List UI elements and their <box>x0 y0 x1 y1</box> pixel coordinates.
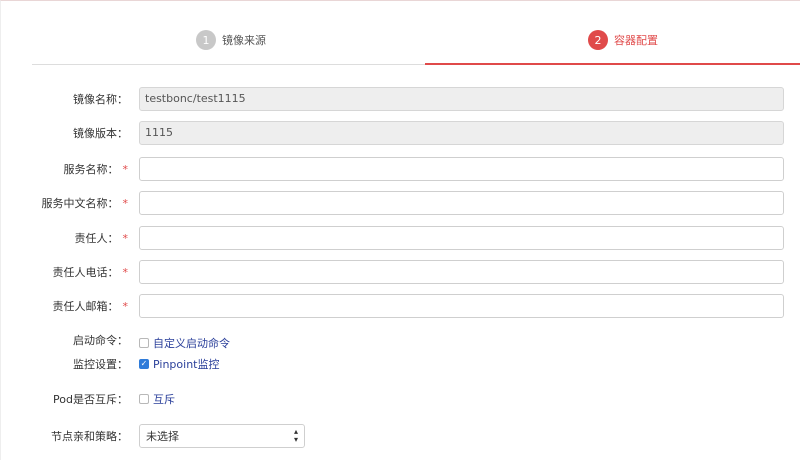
node-affinity-label: 节点亲和策略： <box>51 430 128 443</box>
owner-email-label: 责任人邮箱： * <box>52 300 129 313</box>
steps-active-indicator <box>425 63 800 65</box>
node-affinity-selected: 未选择 <box>146 430 179 443</box>
form-row-image-name: 镜像名称： testbonc/test1115 <box>0 87 800 113</box>
pod-mutex-option-label[interactable]: 互斥 <box>153 391 175 407</box>
service-name-input[interactable] <box>139 157 784 181</box>
pinpoint-monitoring-label[interactable]: Pinpoint监控 <box>153 356 219 372</box>
owner-phone-label: 责任人电话： * <box>52 266 129 279</box>
pinpoint-monitoring-checkbox[interactable]: ✓ <box>139 359 149 369</box>
image-name-field[interactable]: testbonc/test1115 <box>139 87 784 111</box>
required-mark: * <box>122 300 129 313</box>
form-row-owner: 责任人： * <box>0 226 800 252</box>
required-mark: * <box>122 266 129 279</box>
form-row-node-affinity: 节点亲和策略： 未选择 ▴ ▾ <box>0 424 800 450</box>
custom-start-command-option[interactable]: 自定义启动命令 <box>139 335 230 351</box>
step-image-source[interactable]: 1 镜像来源 <box>196 29 266 51</box>
form-row-service-name: 服务名称： * <box>0 157 800 183</box>
form-row-service-cn-name: 服务中文名称： * <box>0 191 800 217</box>
custom-start-command-checkbox[interactable] <box>139 338 149 348</box>
start-command-label: 启动命令： <box>73 334 128 347</box>
steps-header: 1 镜像来源 2 容器配置 <box>32 18 800 66</box>
step-container-config[interactable]: 2 容器配置 <box>588 29 658 51</box>
monitoring-label: 监控设置： <box>73 358 128 371</box>
form-row-pod-mutex: Pod是否互斥： 互斥 <box>0 391 800 409</box>
image-version-label: 镜像版本： <box>73 127 128 140</box>
form-row-start-command: 启动命令： 自定义启动命令 <box>0 332 800 350</box>
step-number-badge: 2 <box>588 30 608 50</box>
required-mark: * <box>122 197 129 210</box>
image-version-field[interactable]: 1115 <box>139 121 784 145</box>
service-cn-name-input[interactable] <box>139 191 784 215</box>
step-label: 镜像来源 <box>222 34 266 47</box>
owner-label: 责任人： * <box>74 232 129 245</box>
form-row-image-version: 镜像版本： 1115 <box>0 121 800 147</box>
pinpoint-monitoring-option[interactable]: ✓ Pinpoint监控 <box>139 356 219 372</box>
select-updown-icon: ▴ ▾ <box>293 427 298 444</box>
pod-mutex-label: Pod是否互斥： <box>53 393 128 406</box>
owner-input[interactable] <box>139 226 784 250</box>
pod-mutex-option[interactable]: 互斥 <box>139 391 175 407</box>
required-mark: * <box>122 232 129 245</box>
custom-start-command-label[interactable]: 自定义启动命令 <box>153 335 230 351</box>
node-affinity-select[interactable]: 未选择 ▴ ▾ <box>139 424 305 448</box>
pod-mutex-checkbox[interactable] <box>139 394 149 404</box>
required-mark: * <box>122 163 129 176</box>
owner-email-input[interactable] <box>139 294 784 318</box>
step-label: 容器配置 <box>614 34 658 47</box>
step-number-badge: 1 <box>196 30 216 50</box>
service-name-label: 服务名称： * <box>63 163 129 176</box>
form-row-owner-phone: 责任人电话： * <box>0 260 800 286</box>
form-row-owner-email: 责任人邮箱： * <box>0 294 800 320</box>
owner-phone-input[interactable] <box>139 260 784 284</box>
image-name-label: 镜像名称： <box>73 93 128 106</box>
service-cn-name-label: 服务中文名称： * <box>41 197 129 210</box>
form-row-monitoring: 监控设置： ✓ Pinpoint监控 <box>0 356 800 374</box>
